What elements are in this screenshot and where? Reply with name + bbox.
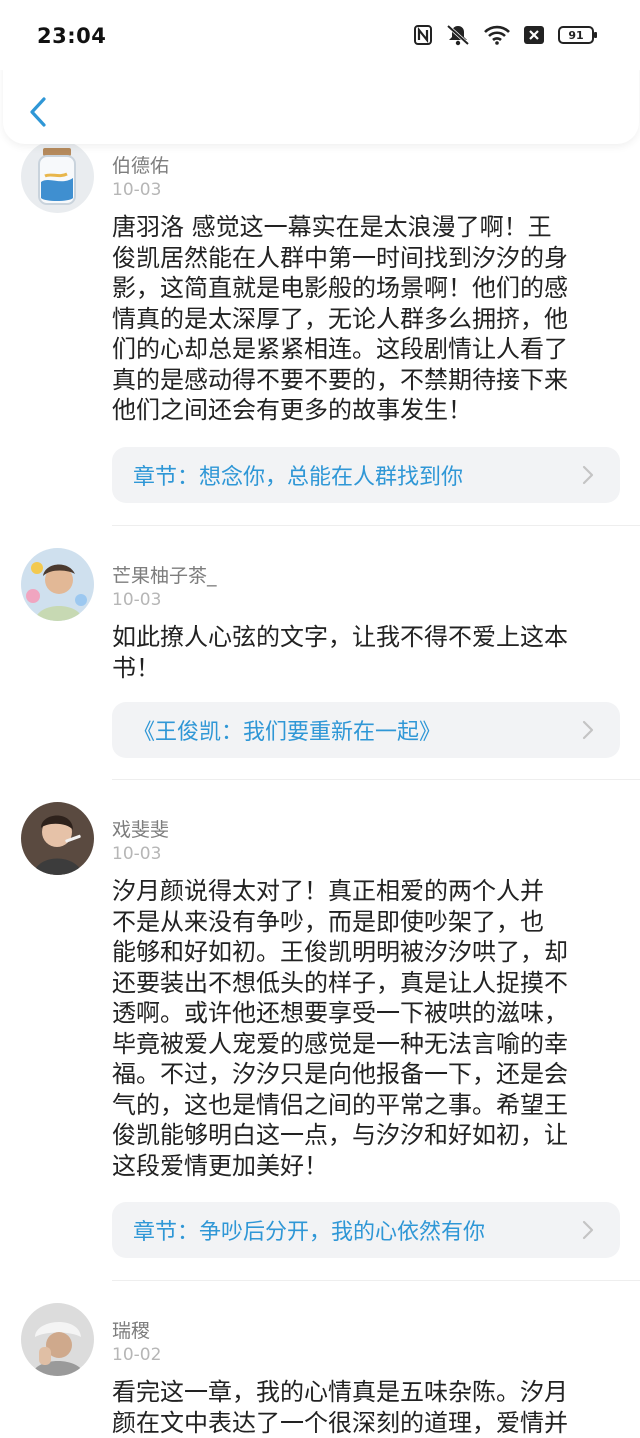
wifi-icon [484, 25, 510, 45]
comment-date: 10-03 [112, 590, 162, 610]
divider [112, 779, 640, 780]
status-bar: 23:04 91 [0, 0, 640, 70]
comment-username[interactable]: 戏斐斐 [112, 815, 169, 842]
comment-username[interactable]: 瑞稷 [112, 1316, 150, 1343]
chevron-right-icon [582, 1220, 594, 1240]
chevron-right-icon [582, 720, 594, 740]
avatar[interactable] [21, 1303, 94, 1376]
avatar[interactable] [21, 802, 94, 875]
comment-text: 如此撩人心弦的文字，让我不得不爱上这本 书！ [112, 623, 568, 682]
chapter-link[interactable]: 章节：争吵后分开，我的心依然有你 [112, 1202, 620, 1258]
chapter-link-label: 章节：争吵后分开，我的心依然有你 [133, 1220, 486, 1245]
comment-date: 10-03 [112, 180, 162, 200]
nfc-icon [414, 25, 432, 45]
divider [112, 525, 640, 526]
battery-level: 91 [568, 28, 584, 42]
chapter-link[interactable]: 章节：想念你，总能在人群找到你 [112, 447, 620, 503]
nav-header [3, 60, 639, 144]
back-button[interactable] [23, 92, 53, 132]
chevron-left-icon [30, 97, 46, 127]
comment-text: 汐月颜说得太对了！真正相爱的两个人并 不是从来没有争吵，而是即使吵架了，也 能够… [112, 877, 568, 1180]
comment-date: 10-02 [112, 1345, 162, 1365]
chapter-link-label: 《王俊凯：我们要重新在一起》 [133, 720, 442, 745]
avatar[interactable] [21, 548, 94, 621]
close-box-icon [524, 26, 544, 44]
chapter-link-label: 章节：想念你，总能在人群找到你 [133, 465, 464, 490]
mute-icon [446, 24, 470, 46]
avatar[interactable] [21, 140, 94, 213]
status-icons: 91 [414, 24, 597, 46]
chapter-link[interactable]: 《王俊凯：我们要重新在一起》 [112, 702, 620, 758]
comment-text: 唐羽洛 感觉这一幕实在是太浪漫了啊！王 俊凯居然能在人群中第一时间找到汐汐的身 … [112, 213, 568, 424]
battery-icon: 91 [558, 26, 597, 44]
comment-date: 10-03 [112, 844, 162, 864]
comment-username[interactable]: 芒果柚子茶_ [112, 561, 217, 588]
chevron-right-icon [582, 465, 594, 485]
comment-username[interactable]: 伯德佑 [112, 151, 169, 178]
divider [112, 1280, 640, 1281]
status-time: 23:04 [37, 24, 107, 48]
